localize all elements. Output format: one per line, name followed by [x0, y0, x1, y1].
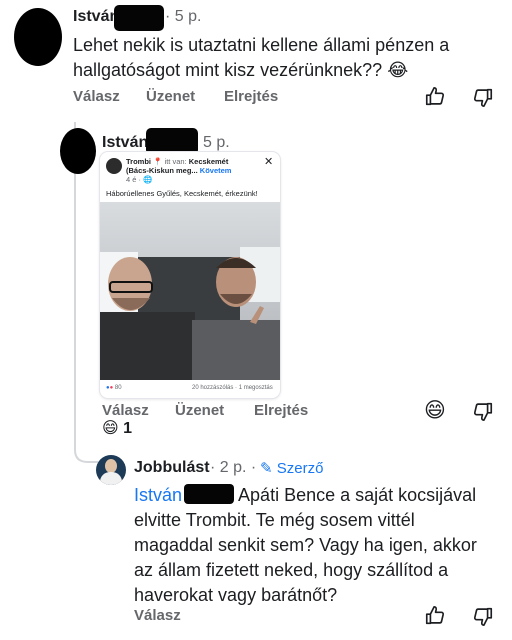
pencil-icon: ✎ — [260, 460, 273, 477]
laughing-emoji-icon: 😂 — [387, 60, 409, 81]
reply-text: István Apáti Bence a saját kocsijával el… — [134, 484, 477, 605]
redacted-name — [146, 128, 198, 155]
reply-button[interactable]: Válasz — [73, 88, 120, 105]
reaction-count[interactable]: 😄 1 — [102, 418, 132, 438]
shared-post-card[interactable]: Trombi 📍 itt van: Kecskemét (Bács-Kiskun… — [100, 152, 280, 398]
comment-text: Lehet nekik is utaztatni kellene állami … — [73, 35, 450, 81]
message-button[interactable]: Üzenet — [146, 88, 195, 105]
reaction-button-icon[interactable]: 😄 — [424, 398, 446, 422]
comment-time: 5 p. — [203, 134, 230, 151]
hide-button[interactable]: Elrejtés — [224, 88, 278, 105]
post-meta: 4 é · 🌐 — [126, 175, 153, 184]
grinning-emoji-icon: 😄 — [102, 418, 119, 437]
avatar[interactable] — [60, 128, 96, 174]
hide-button[interactable]: Elrejtés — [254, 402, 308, 419]
post-caption: Háborúellenes Gyűlés, Kecskemét, érkezün… — [106, 189, 258, 198]
reply-time: · 2 p. · — [210, 459, 257, 476]
author-badge[interactable]: ✎ Szerző — [260, 459, 323, 477]
comment-time: · 5 p. — [165, 8, 202, 25]
reaction-summary[interactable]: ●● 80 — [106, 384, 122, 393]
reply-button[interactable]: Válasz — [102, 402, 149, 419]
dislike-thumb-icon[interactable] — [472, 605, 494, 627]
redacted-name — [184, 484, 235, 504]
like-thumb-icon[interactable] — [424, 86, 446, 108]
dislike-thumb-icon[interactable] — [472, 86, 494, 108]
thread-connector — [74, 440, 98, 463]
dislike-thumb-icon[interactable] — [472, 400, 494, 422]
reply-author[interactable]: Jobbulást — [134, 459, 210, 477]
location-link[interactable]: Kecskemét — [189, 157, 229, 166]
checkin-prefix: 📍 itt van: — [153, 157, 187, 166]
redacted-name — [114, 5, 164, 31]
post-stats[interactable]: 20 hozzászólás · 1 megosztás — [192, 384, 273, 393]
like-thumb-icon[interactable] — [424, 605, 446, 627]
page-avatar — [106, 158, 122, 174]
love-reaction-icon: ● — [109, 385, 114, 391]
message-button[interactable]: Üzenet — [175, 402, 224, 419]
mention-link[interactable]: István — [134, 485, 182, 505]
close-icon[interactable]: ✕ — [264, 155, 273, 168]
location-region: (Bács-Kiskun meg... — [126, 166, 198, 175]
avatar[interactable] — [96, 455, 126, 485]
page-name[interactable]: Trombi — [126, 157, 151, 166]
comment-author[interactable]: István — [73, 8, 119, 26]
reply-button[interactable]: Válasz — [134, 607, 181, 624]
comment-author[interactable]: István — [102, 134, 148, 152]
post-header: Trombi 📍 itt van: Kecskemét (Bács-Kiskun… — [126, 157, 261, 184]
follow-button[interactable]: Követem — [200, 166, 232, 175]
avatar[interactable] — [14, 8, 62, 66]
post-photo[interactable] — [100, 202, 280, 380]
